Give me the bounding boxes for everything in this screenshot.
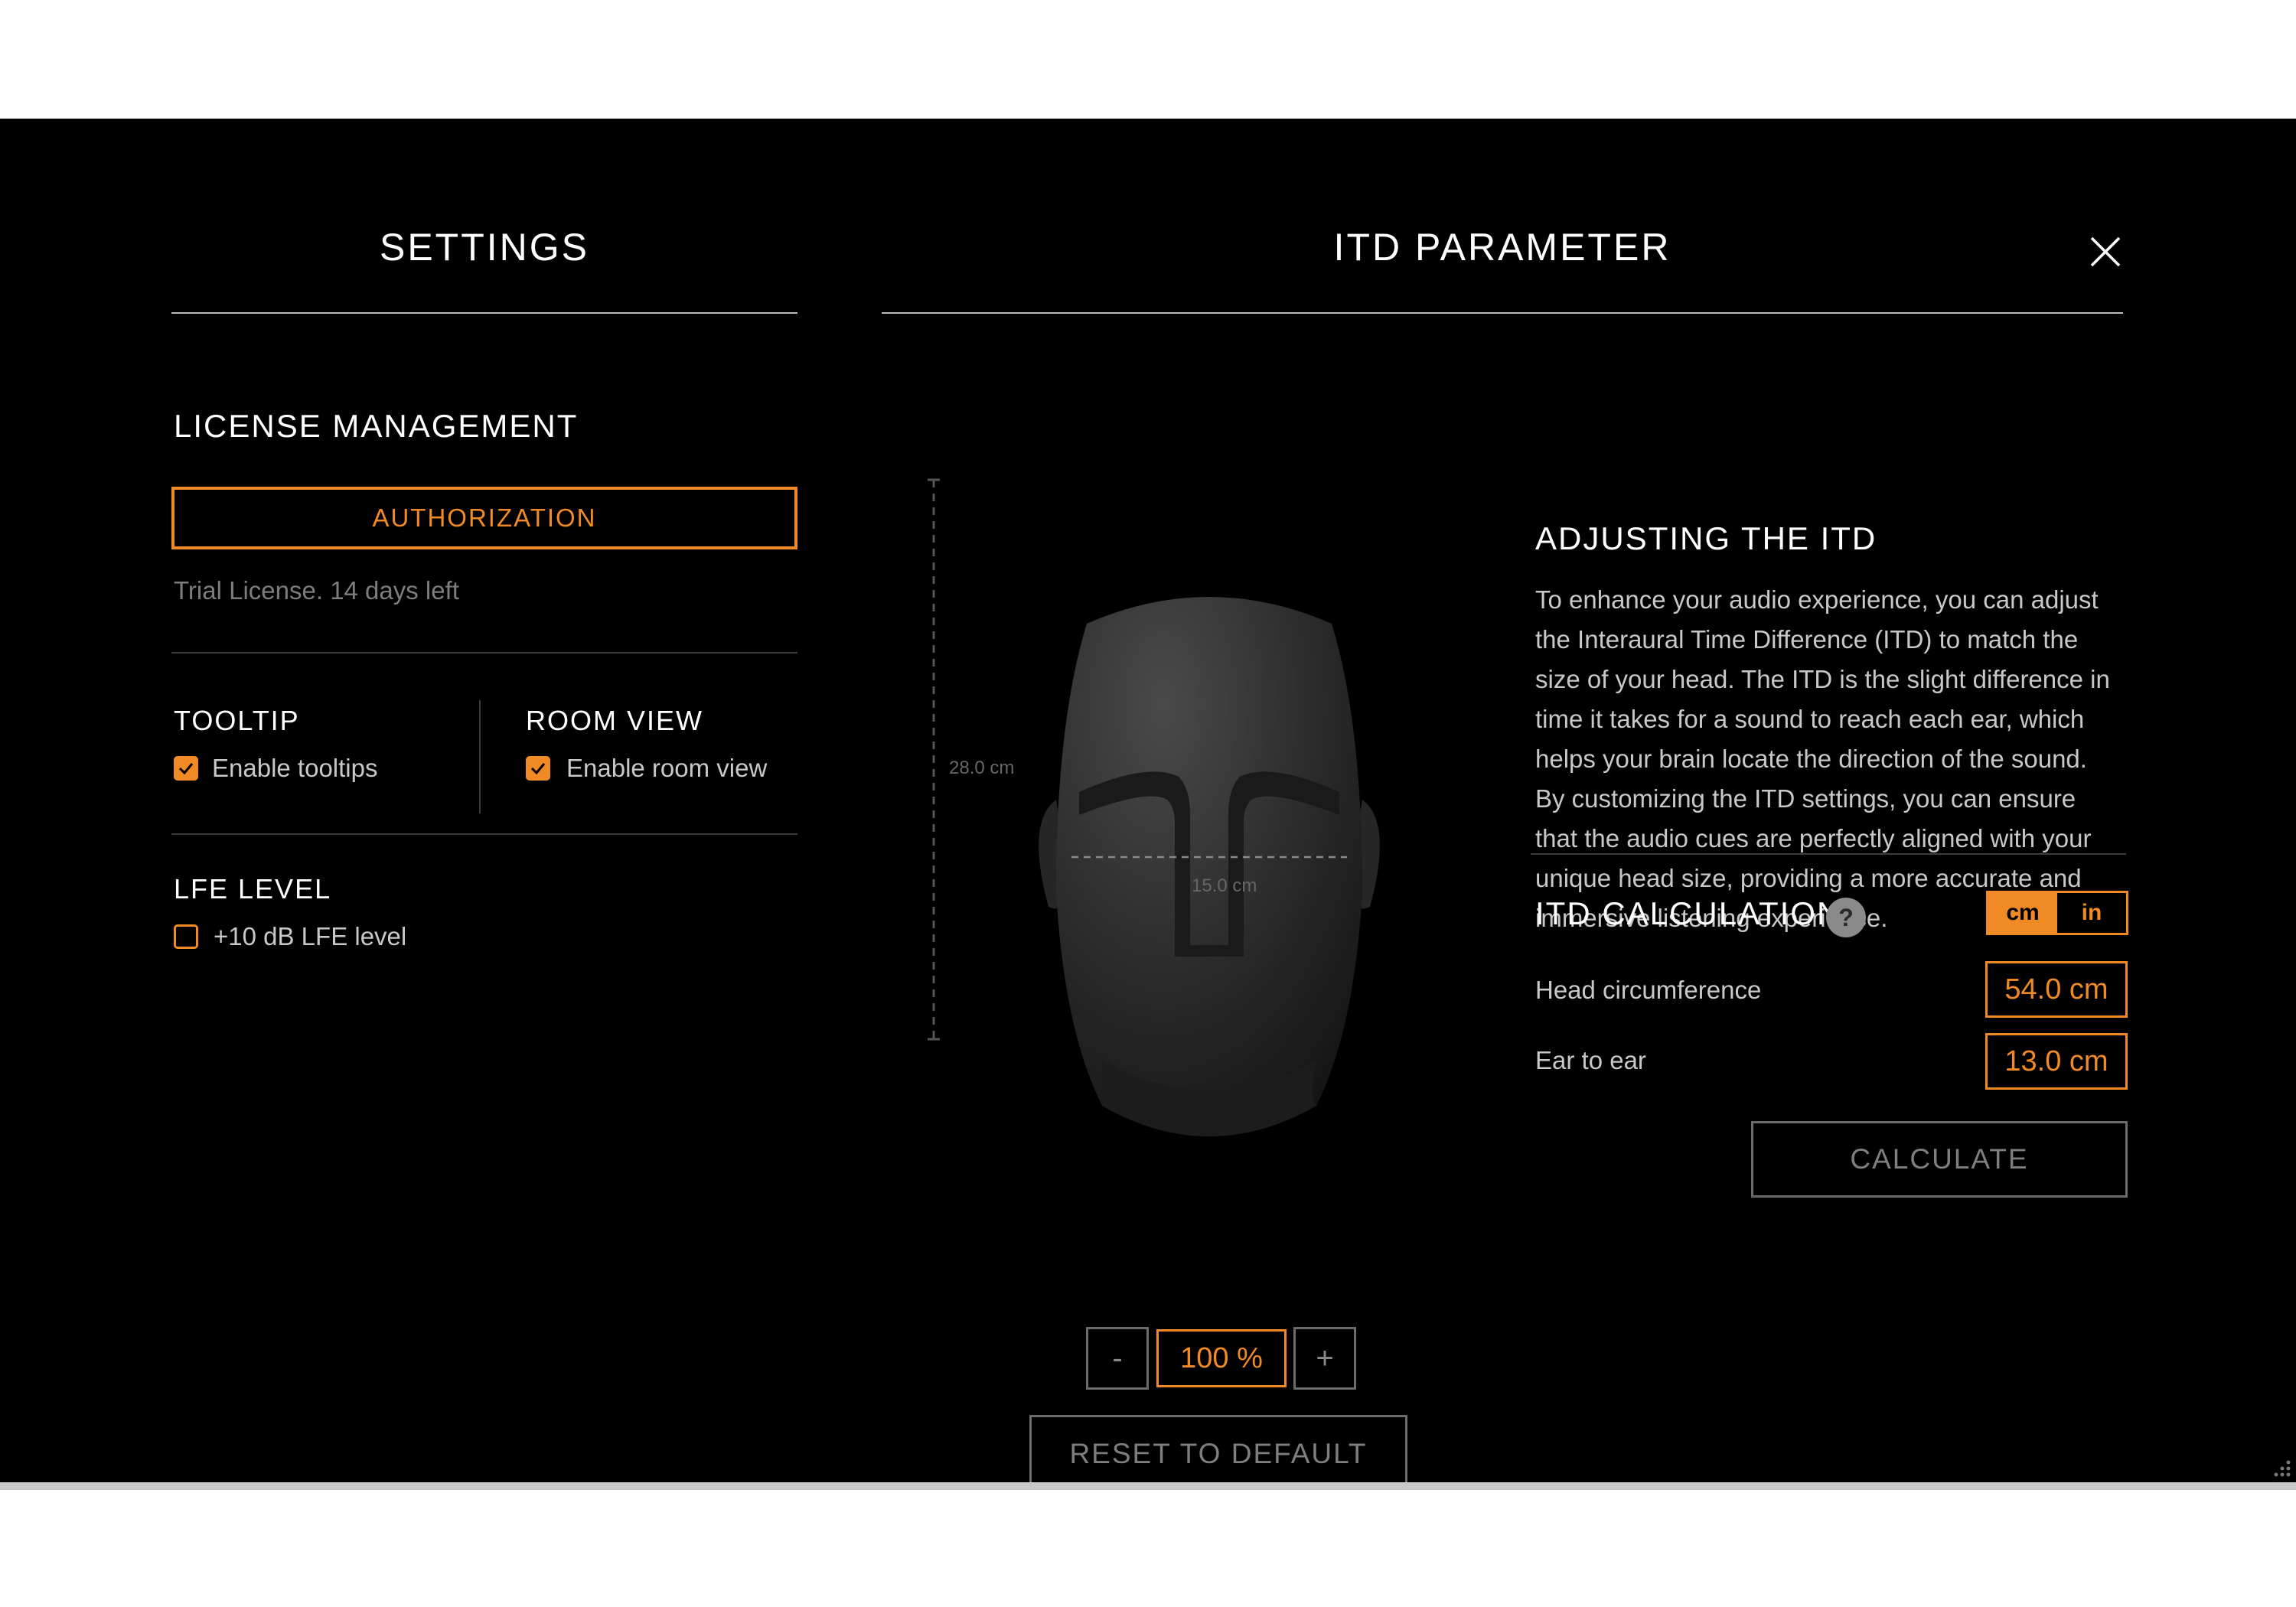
help-icon[interactable]: ? [1826, 898, 1866, 937]
description-line: time it takes for a sound to reach each … [1535, 705, 2085, 733]
itd-title-rule [882, 312, 2123, 314]
settings-title: SETTINGS [379, 226, 590, 269]
check-icon [530, 763, 546, 775]
unit-in-option[interactable]: in [2057, 893, 2126, 933]
ear-to-ear-input[interactable]: 13.0 cm [1985, 1033, 2128, 1090]
zoom-out-button[interactable]: - [1086, 1327, 1149, 1390]
head-circumference-label: Head circumference [1535, 976, 1762, 1004]
height-measure-label: 28.0 cm [949, 758, 1015, 778]
divider-options [171, 833, 797, 835]
height-measure-line [928, 478, 940, 1041]
description-line: To enhance your audio experience, you ca… [1535, 585, 2099, 614]
itd-title: ITD PARAMETER [1333, 226, 1671, 269]
lfe-heading: LFE LEVEL [174, 873, 332, 905]
zoom-in-button[interactable]: + [1293, 1327, 1356, 1390]
description-line: helps your brain locate the direction of… [1535, 745, 2087, 773]
unit-cm-option[interactable]: cm [1988, 893, 2057, 933]
lfe-checkbox-label[interactable]: +10 dB LFE level [214, 920, 406, 953]
tooltip-heading: TOOLTIP [174, 705, 300, 736]
window-bottom-border [0, 1482, 2296, 1490]
room-view-heading: ROOM VIEW [526, 705, 703, 736]
tooltip-checkbox[interactable] [174, 756, 198, 781]
head-circumference-input[interactable]: 54.0 cm [1985, 961, 2128, 1018]
unit-toggle[interactable]: cm in [1986, 891, 2128, 935]
room-view-checkbox-label[interactable]: Enable room view [566, 751, 767, 785]
check-icon [178, 763, 194, 775]
divider-license [171, 652, 797, 654]
license-heading: LICENSE MANAGEMENT [174, 408, 579, 444]
authorization-button[interactable]: AUTHORIZATION [171, 487, 797, 549]
calculate-button[interactable]: CALCULATE [1751, 1121, 2128, 1198]
reset-to-default-button[interactable]: RESET TO DEFAULT [1029, 1415, 1407, 1490]
description-line: the Interaural Time Difference (ITD) to … [1535, 625, 2079, 654]
adjusting-itd-heading: ADJUSTING THE ITD [1535, 520, 1877, 556]
divider-itd [1531, 853, 2126, 855]
settings-window: SETTINGS LICENSE MANAGEMENT AUTHORIZATIO… [0, 119, 2296, 1490]
description-line: size of your head. The ITD is the slight… [1535, 665, 2110, 693]
room-view-checkbox[interactable] [526, 756, 550, 781]
ear-to-ear-label: Ear to ear [1535, 1046, 1646, 1074]
close-icon[interactable] [2087, 233, 2124, 270]
tooltip-roomview-divider [479, 700, 481, 813]
description-line: By customizing the ITD settings, you can… [1535, 784, 2076, 813]
zoom-input[interactable]: 100 % [1156, 1329, 1287, 1387]
resize-grip-icon[interactable] [2270, 1458, 2293, 1481]
tooltip-checkbox-label[interactable]: Enable tooltips [212, 751, 377, 785]
settings-title-rule [171, 312, 797, 314]
lfe-checkbox[interactable] [174, 924, 198, 949]
license-status: Trial License. 14 days left [174, 576, 459, 605]
itd-calculation-heading: ITD CALCULATION [1535, 895, 1842, 931]
width-measure-label: 15.0 cm [1192, 875, 1257, 896]
